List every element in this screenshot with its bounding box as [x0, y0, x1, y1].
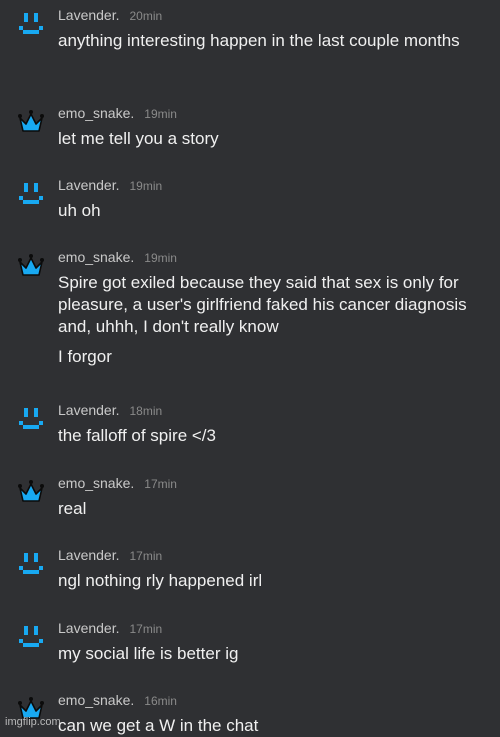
- username[interactable]: emo_snake.: [58, 249, 134, 265]
- message-text: anything interesting happen in the last …: [58, 31, 460, 50]
- chat-message: Lavender. 19min uh oh: [0, 176, 500, 226]
- username[interactable]: Lavender.: [58, 402, 120, 418]
- timestamp: 19min: [144, 251, 177, 265]
- timestamp: 20min: [129, 9, 163, 23]
- message-text: ngl nothing rly happened irl: [58, 571, 263, 590]
- crown-icon[interactable]: [18, 479, 44, 505]
- message-text: I forgor: [58, 347, 112, 366]
- crown-icon[interactable]: [18, 253, 44, 279]
- chat-message: Lavender. 17min ngl nothing rly happened …: [0, 546, 500, 596]
- timestamp: 19min: [144, 107, 177, 121]
- watermark: imgflip.com: [5, 716, 61, 728]
- smiley-face-icon[interactable]: [18, 624, 44, 650]
- username[interactable]: Lavender.: [58, 177, 120, 193]
- message-text: my social life is better ig: [58, 644, 239, 663]
- timestamp: 17min: [129, 622, 163, 636]
- timestamp: 17min: [129, 549, 163, 563]
- chat-message: emo_snake. 17min real: [0, 474, 500, 524]
- chat-message: Lavender. 17min my social life is better …: [0, 619, 500, 669]
- smiley-face-icon[interactable]: [18, 551, 44, 577]
- chat-message: emo_snake. 16min can we get a W in the ch…: [0, 691, 500, 735]
- message-header: emo_snake. 19min: [58, 249, 177, 265]
- message-header: Lavender. 18min: [58, 402, 162, 418]
- message-text: the falloff of spire </3: [58, 426, 216, 445]
- message-header: Lavender. 17min: [58, 547, 162, 563]
- username[interactable]: emo_snake.: [58, 475, 134, 491]
- chat-message: emo_snake. 19min Spire got exiled because…: [0, 248, 500, 376]
- message-text: real: [58, 499, 87, 518]
- message-header: emo_snake. 16min: [58, 692, 177, 708]
- message-text: Spire got exiled because they said that …: [58, 273, 467, 336]
- message-header: Lavender. 20min: [58, 7, 162, 23]
- message-text: uh oh: [58, 201, 101, 220]
- smiley-face-icon[interactable]: [18, 11, 44, 37]
- message-text: let me tell you a story: [58, 129, 219, 148]
- timestamp: 18min: [129, 404, 163, 418]
- username[interactable]: emo_snake.: [58, 692, 134, 708]
- message-header: Lavender. 19min: [58, 177, 162, 193]
- chat-message: Lavender. 20min anything interesting happ…: [0, 6, 500, 80]
- message-header: emo_snake. 19min: [58, 105, 177, 121]
- timestamp: 16min: [144, 694, 177, 708]
- chat-message: emo_snake. 19min let me tell you a story: [0, 104, 500, 154]
- chat-log: Lavender. 20min anything interesting happ…: [0, 0, 500, 735]
- username[interactable]: Lavender.: [58, 620, 120, 636]
- smiley-face-icon[interactable]: [18, 406, 44, 432]
- username[interactable]: emo_snake.: [58, 105, 134, 121]
- chat-message: Lavender. 18min the falloff of spire </3: [0, 401, 500, 451]
- timestamp: 19min: [129, 179, 163, 193]
- username[interactable]: Lavender.: [58, 7, 120, 23]
- timestamp: 17min: [144, 477, 177, 491]
- message-header: Lavender. 17min: [58, 620, 162, 636]
- username[interactable]: Lavender.: [58, 547, 120, 563]
- crown-icon[interactable]: [18, 109, 44, 135]
- smiley-face-icon[interactable]: [18, 181, 44, 207]
- message-header: emo_snake. 17min: [58, 475, 177, 491]
